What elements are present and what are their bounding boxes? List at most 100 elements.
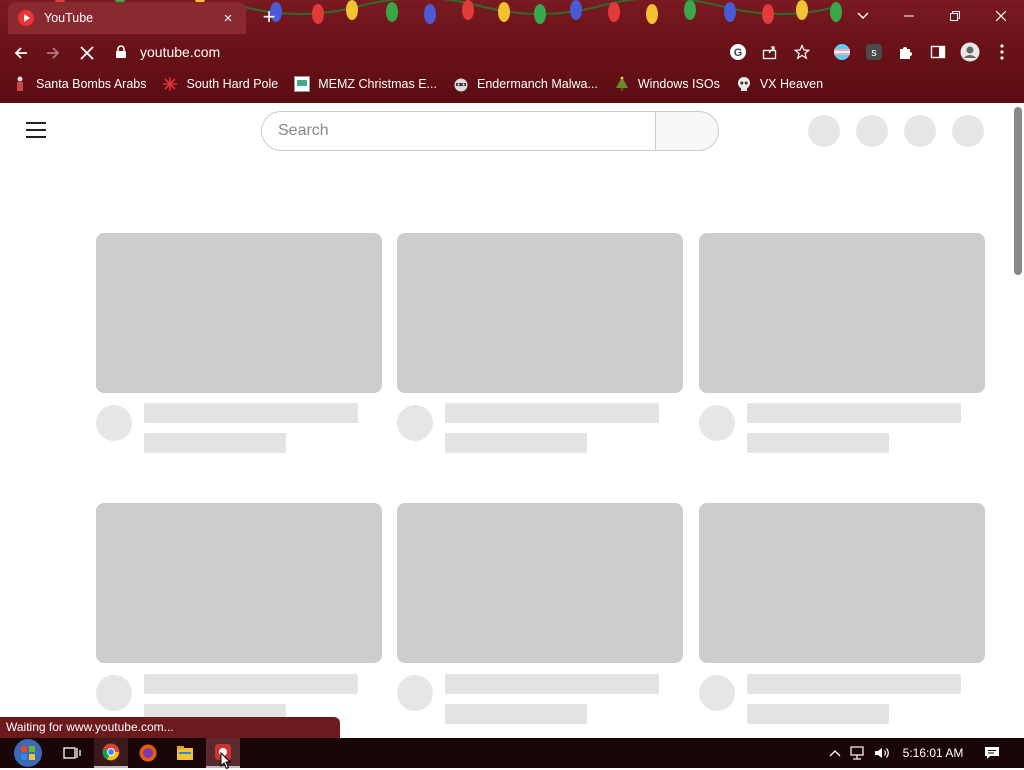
snowflake-icon [162,76,178,92]
meta-line-skeleton [445,433,587,453]
tab-close-icon[interactable]: × [220,10,236,27]
header-placeholder-circle [856,115,888,147]
title-line-skeleton [144,403,358,423]
extensions-button[interactable] [894,40,918,64]
close-window-button[interactable] [978,0,1024,32]
video-thumbnail-skeleton [96,233,382,393]
action-center-button[interactable] [978,738,1006,768]
search-input[interactable] [261,111,656,151]
share-icon [762,46,777,60]
bookmark-label: VX Heaven [759,77,824,91]
youtube-favicon-icon [18,10,34,26]
bookmark-label: Santa Bombs Arabs [36,77,147,91]
trans-flag-icon [834,44,850,60]
lock-icon[interactable] [114,45,128,59]
tab-strip: YouTube × + [0,0,1024,34]
show-hidden-icons-button[interactable] [826,738,844,768]
google-lens-button[interactable]: G [726,40,750,64]
share-button[interactable] [758,40,782,64]
channel-avatar-skeleton [397,405,433,441]
close-icon [80,46,94,60]
tab-title: YouTube [44,11,94,25]
avatar-icon [960,42,980,62]
skull-icon [736,76,752,92]
meta-line-skeleton [747,433,889,453]
title-line-skeleton [445,674,659,694]
channel-avatar-skeleton [96,675,132,711]
chevron-up-icon [829,750,841,757]
taskbar-firefox[interactable] [132,738,164,768]
bookmark-south-hard-pole[interactable]: South Hard Pole [162,76,278,92]
restore-icon [950,11,960,21]
volume-button[interactable] [872,738,894,768]
arrow-right-icon [47,47,60,59]
back-button[interactable] [8,40,34,66]
task-view-icon [63,747,81,759]
minimize-button[interactable] [886,0,932,32]
title-line-skeleton [747,674,961,694]
chrome-icon [102,743,120,761]
video-thumbnail-skeleton [397,233,683,393]
chrome-menu-button[interactable] [990,40,1014,64]
task-view-button[interactable] [56,738,88,768]
new-tab-button[interactable]: + [258,6,280,28]
side-panel-button[interactable] [926,40,950,64]
taskbar-file-explorer[interactable] [168,738,202,768]
network-button[interactable] [848,738,870,768]
meta-line-skeleton [747,704,889,724]
google-icon: G [730,44,746,60]
title-line-skeleton [445,403,659,423]
forward-button[interactable] [40,40,66,66]
video-thumbnail-skeleton [699,503,985,663]
bookmark-memz-christmas[interactable]: MEMZ Christmas E... [294,76,437,92]
stop-loading-button[interactable] [74,40,100,66]
header-placeholder-circle [952,115,984,147]
star-icon [794,44,810,60]
bookmark-label: MEMZ Christmas E... [318,77,437,91]
taskbar-chrome[interactable] [94,738,128,768]
bookmarks-bar: Santa Bombs Arabs South Hard Pole MEMZ C… [0,70,1024,98]
meta-line-skeleton [445,704,587,724]
bookmark-windows-isos[interactable]: Windows ISOs [614,76,720,92]
puzzle-icon [900,47,912,59]
channel-avatar-skeleton [699,675,735,711]
bookmark-vx-heaven[interactable]: VX Heaven [736,76,823,92]
folder-icon [177,746,193,760]
restore-button[interactable] [932,0,978,32]
close-icon [996,11,1006,21]
figure-icon [12,76,28,92]
mouse-cursor-icon [220,752,232,770]
meta-line-skeleton [144,433,286,453]
windows-orb-icon [14,739,42,767]
scrollbar-thumb[interactable] [1014,107,1022,275]
side-panel-icon [930,45,946,59]
windows-taskbar: 5:16:01 AM [0,738,1024,770]
arrow-left-icon [14,47,27,59]
minimize-icon [904,15,914,17]
status-bubble: Waiting for www.youtube.com... [0,717,340,738]
bookmark-label: South Hard Pole [186,77,279,91]
bookmark-endermanch-malware[interactable]: Endermanch Malwa... [453,76,598,92]
svg-text:G: G [734,47,743,59]
channel-avatar-skeleton [397,675,433,711]
search-button[interactable] [655,111,719,151]
profile-button[interactable] [958,40,982,64]
extension-s-button[interactable]: s [862,40,886,64]
start-button[interactable] [8,738,48,768]
header-placeholder-circle [808,115,840,147]
address-bar[interactable]: youtube.com [108,38,818,66]
channel-avatar-skeleton [699,405,735,441]
page-scrollbar[interactable] [1010,103,1024,738]
hamburger-menu-icon[interactable] [26,122,46,138]
tab-youtube[interactable]: YouTube × [8,2,246,34]
url-text[interactable]: youtube.com [140,44,220,60]
extension-flag-button[interactable] [830,40,854,64]
svg-text:s: s [871,47,877,59]
tab-search-button[interactable] [848,0,878,32]
bookmark-star-button[interactable] [790,40,814,64]
notification-icon [985,747,999,759]
bookmark-santa-bombs-arabs[interactable]: Santa Bombs Arabs [12,76,146,92]
channel-avatar-skeleton [96,405,132,441]
browser-frame: YouTube × + youtube.com G s Santa Bombs … [0,0,1024,103]
clock[interactable]: 5:16:01 AM [896,738,970,768]
